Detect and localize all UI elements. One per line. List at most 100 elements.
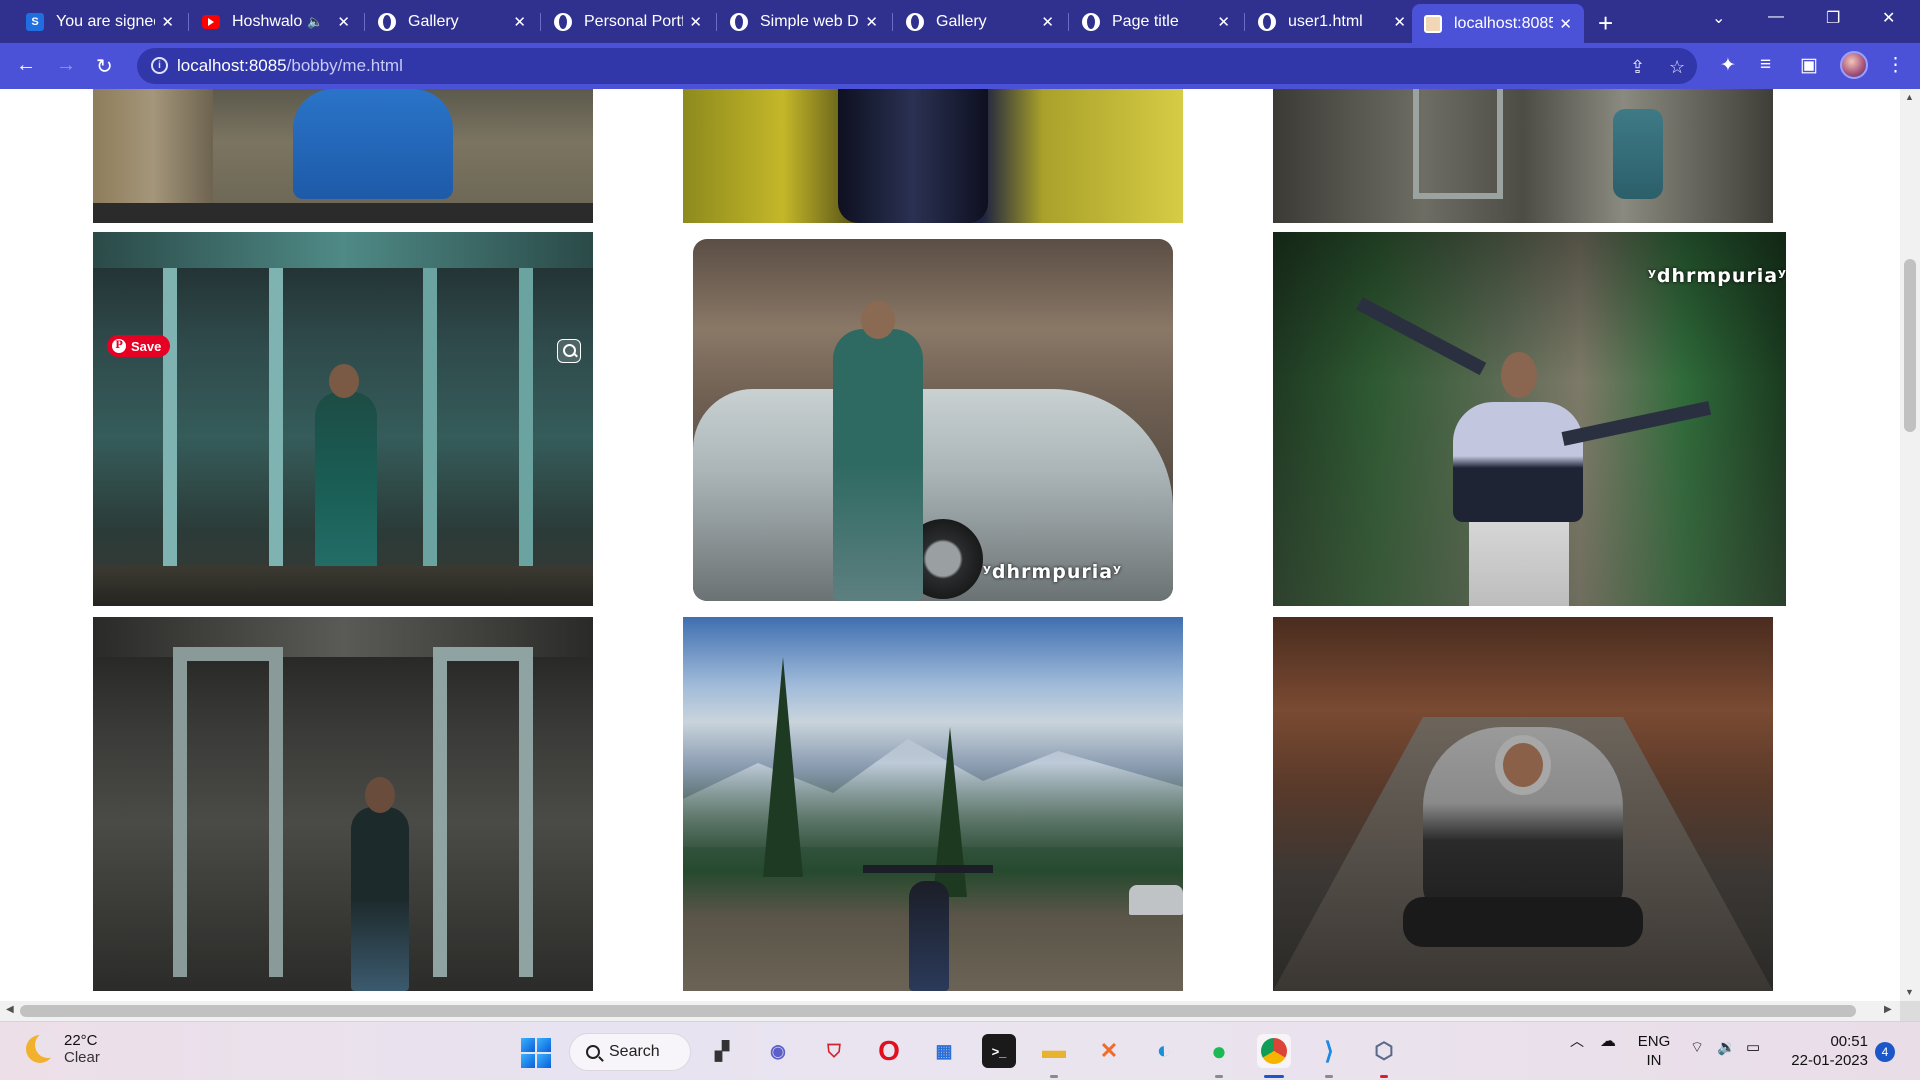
vertical-scroll-thumb[interactable] — [1904, 259, 1916, 432]
terminal-icon[interactable]: >_ — [982, 1034, 1016, 1068]
onedrive-icon[interactable]: ☁ — [1600, 1032, 1616, 1051]
close-icon[interactable]: ✕ — [161, 13, 174, 31]
tab-3[interactable]: Gallery ✕ — [366, 4, 538, 39]
scroll-down-arrow-icon[interactable]: ▼ — [1905, 987, 1914, 997]
close-icon[interactable]: ✕ — [513, 13, 526, 31]
xampp-icon[interactable]: ✕ — [1092, 1034, 1126, 1068]
task-view-icon[interactable]: ▞ — [705, 1034, 739, 1068]
visual-search-lens-icon[interactable] — [557, 339, 581, 363]
gallery-photo-3[interactable] — [1273, 89, 1773, 223]
man-in-hoodie — [1453, 402, 1583, 522]
url-path: /bobby/me.html — [286, 56, 403, 75]
active-indicator — [1264, 1075, 1284, 1078]
tab-title: Simple web De — [760, 12, 860, 30]
clock[interactable]: 00:51 22-01-2023 — [1786, 1032, 1868, 1070]
info-icon[interactable]: i — [151, 57, 168, 74]
share-icon[interactable]: ⇪ — [1630, 57, 1645, 78]
speaker-icon[interactable]: 🔈 — [307, 14, 323, 30]
virtualbox-icon[interactable]: ⬡ — [1367, 1034, 1401, 1068]
battery-icon[interactable]: ▭ — [1746, 1038, 1760, 1057]
pinterest-save-button[interactable]: P Save — [107, 335, 171, 357]
scroll-up-arrow-icon[interactable]: ▲ — [1905, 92, 1914, 102]
seated-man — [1613, 109, 1663, 199]
gallery-photo-9[interactable] — [1273, 617, 1773, 991]
new-tab-button[interactable]: + — [1598, 8, 1613, 39]
windows-taskbar: 22°C Clear Search ▞ ◉ ⛉ O ▦ >_ ▬ ✕ ◐ ● ⟩… — [0, 1021, 1920, 1080]
head — [861, 301, 895, 339]
snowy-mountains — [683, 739, 1183, 847]
tab-5[interactable]: Simple web De ✕ — [718, 4, 890, 39]
file-explorer-icon[interactable]: ▬ — [1037, 1034, 1071, 1068]
taskbar-search[interactable]: Search — [569, 1033, 691, 1071]
tab-title: You are signed — [56, 12, 156, 30]
forward-arrow-icon[interactable]: → — [56, 54, 76, 77]
scroll-right-arrow-icon[interactable]: ▶ — [1884, 1004, 1892, 1015]
tab-4[interactable]: Personal Portfo ✕ — [542, 4, 714, 39]
lintel — [93, 232, 593, 268]
media-queue-icon[interactable]: ≡ — [1760, 54, 1771, 76]
head — [1501, 352, 1537, 398]
edge-icon[interactable]: ◐ — [1147, 1034, 1181, 1068]
close-icon[interactable]: ✕ — [337, 13, 350, 31]
gallery-photo-7[interactable] — [93, 617, 593, 991]
gallery-photo-8[interactable] — [683, 617, 1183, 991]
close-icon[interactable]: ✕ — [689, 13, 702, 31]
tab-1[interactable]: S You are signed ✕ — [14, 4, 186, 39]
weather-widget[interactable]: 22°C Clear — [26, 1032, 100, 1066]
horizontal-scrollbar[interactable]: ◀ ▶ — [0, 1001, 1900, 1021]
door-frame-right — [433, 647, 533, 977]
man-arms-outstretched — [909, 881, 949, 991]
back-arrow-icon[interactable]: ← — [16, 54, 36, 77]
mcafee-icon[interactable]: ⛉ — [817, 1034, 851, 1068]
wifi-icon[interactable]: ⌔ — [1690, 1038, 1704, 1057]
black-trousers — [1403, 897, 1643, 947]
tab-strip: S You are signed ✕ Hoshwalo 🔈 ✕ Gallery … — [0, 0, 1920, 43]
globe-icon — [730, 12, 748, 31]
windows-start-icon[interactable] — [521, 1038, 551, 1068]
language-indicator[interactable]: ENG IN — [1636, 1032, 1672, 1070]
gallery-photo-1[interactable] — [93, 89, 593, 223]
close-icon[interactable]: ✕ — [1559, 15, 1572, 33]
close-window-button[interactable]: ✕ — [1882, 8, 1895, 28]
chrome-icon[interactable] — [1257, 1034, 1291, 1068]
scroll-left-arrow-icon[interactable]: ◀ — [6, 1004, 14, 1015]
extensions-puzzle-icon[interactable]: ✦ — [1720, 54, 1736, 77]
teams-chat-icon[interactable]: ◉ — [761, 1034, 795, 1068]
bookmark-star-icon[interactable]: ☆ — [1669, 57, 1685, 78]
tab-7[interactable]: Page title ✕ — [1070, 4, 1242, 39]
spotify-icon[interactable]: ● — [1202, 1034, 1236, 1068]
tab-6[interactable]: Gallery ✕ — [894, 4, 1066, 39]
chevron-up-icon[interactable]: ︿ — [1570, 1032, 1584, 1051]
gallery-photo-2[interactable] — [683, 89, 1183, 223]
running-indicator — [1325, 1075, 1333, 1078]
gallery-photo-4[interactable] — [93, 232, 593, 606]
menu-kebab-icon[interactable]: ⋮ — [1886, 54, 1905, 77]
vscode-icon[interactable]: ⟩ — [1312, 1034, 1346, 1068]
close-icon[interactable]: ✕ — [865, 13, 878, 31]
leather-jacket — [838, 89, 988, 223]
tab-9-active[interactable]: localhost:8085 ✕ — [1412, 4, 1584, 43]
profile-avatar[interactable] — [1840, 51, 1868, 79]
notification-badge[interactable]: 4 — [1875, 1042, 1895, 1062]
pinterest-icon: P — [112, 339, 126, 353]
gallery-photo-5[interactable]: ʸdhrmpuriaʸ — [693, 239, 1173, 601]
opera-icon[interactable]: O — [872, 1034, 906, 1068]
tab-2[interactable]: Hoshwalo 🔈 ✕ — [190, 4, 362, 39]
gallery-photo-6[interactable]: ʸdhrmpuriaʸ — [1273, 232, 1786, 606]
tab-8[interactable]: user1.html ✕ — [1246, 4, 1418, 39]
url-text[interactable]: localhost:8085/bobby/me.html — [177, 56, 403, 76]
microsoft-store-icon[interactable]: ▦ — [927, 1034, 961, 1068]
tab-search-icon[interactable]: ⌄ — [1712, 8, 1725, 28]
restore-button[interactable]: ❐ — [1826, 8, 1840, 28]
side-panel-icon[interactable]: ▣ — [1800, 54, 1818, 77]
close-icon[interactable]: ✕ — [1041, 13, 1054, 31]
man-leaning — [833, 329, 923, 601]
volume-icon[interactable]: 🔉 — [1717, 1038, 1736, 1057]
address-bar[interactable]: i localhost:8085/bobby/me.html ⇪ ☆ — [137, 48, 1697, 84]
horizontal-scroll-thumb[interactable] — [20, 1005, 1856, 1017]
vertical-scrollbar[interactable]: ▲ ▼ — [1900, 89, 1920, 1001]
reload-icon[interactable]: ↻ — [96, 54, 113, 79]
close-icon[interactable]: ✕ — [1217, 13, 1230, 31]
close-icon[interactable]: ✕ — [1393, 13, 1406, 31]
minimize-button[interactable]: — — [1768, 8, 1784, 26]
